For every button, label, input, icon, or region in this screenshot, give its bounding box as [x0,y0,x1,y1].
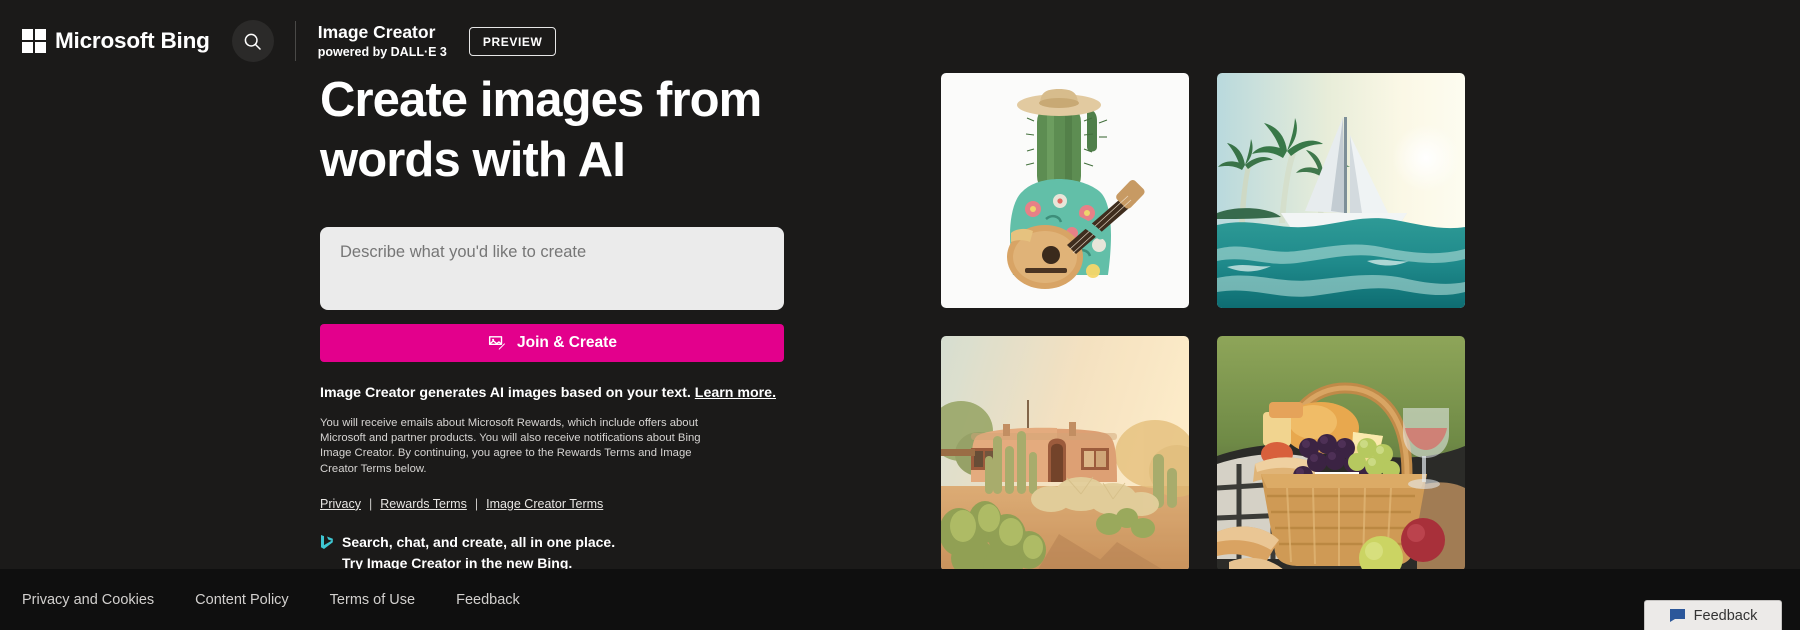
gallery-tile-picnic-basket[interactable] [1217,336,1465,571]
promo-line-1: Search, chat, and create, all in one pla… [342,533,616,550]
cactus-guitarist-image [941,73,1189,308]
search-button[interactable] [231,20,274,62]
brand-wordmark: Microsoft Bing [55,28,210,53]
page-title: Image Creator [317,22,436,42]
microsoft-bing-logo[interactable]: Microsoft Bing [22,24,210,58]
gallery-tile-adobe-desert-house[interactable] [941,336,1189,571]
gallery-tile-cactus-guitarist[interactable] [941,73,1189,308]
search-icon [242,31,263,52]
legal-separator-1: | [368,496,373,511]
feedback-button-label: Feedback [1693,607,1758,624]
microsoft-squares-icon [22,29,46,53]
join-and-create-button[interactable]: Join & Create [320,324,784,362]
join-and-create-label: Join & Create [517,334,617,351]
preview-badge[interactable]: PREVIEW [468,26,557,56]
new-bing-promo: Search, chat, and create, all in one pla… [320,532,785,573]
privacy-link[interactable]: Privacy [320,497,361,511]
footer-link-feedback[interactable]: Feedback [456,592,520,608]
learn-more-link[interactable]: Learn more. [695,385,776,401]
image-creator-terms-link[interactable]: Image Creator Terms [486,497,603,511]
gallery-tile-paper-sailboat-ocean[interactable] [1217,73,1465,308]
feedback-floating-button[interactable]: Feedback [1644,600,1782,630]
generates-note: Image Creator generates AI images based … [320,384,785,403]
sample-image-gallery [941,73,1478,571]
hero-section: Create images from words with AI Join & … [320,70,785,573]
legal-links-row: Privacy | Rewards Terms | Image Creator … [320,497,785,511]
image-edit-icon [487,333,507,353]
footer-link-content-policy[interactable]: Content Policy [195,592,289,608]
promo-text-block: Search, chat, and create, all in one pla… [342,532,615,573]
legal-separator-2: | [474,496,479,511]
footer-link-privacy-and-cookies[interactable]: Privacy and Cookies [22,592,154,608]
paper-sailboat-ocean-image [1217,73,1465,308]
hero-headline: Create images from words with AI [320,73,762,187]
bing-logo-icon [320,534,333,555]
rewards-disclaimer: You will receive emails about Microsoft … [320,417,701,475]
footer-link-terms-of-use[interactable]: Terms of Use [330,592,415,608]
prompt-input[interactable] [320,227,784,310]
picnic-basket-image [1217,336,1465,571]
adobe-desert-house-image [941,336,1189,571]
generates-note-text: Image Creator generates AI images based … [320,385,691,401]
image-creator-page: Microsoft Bing Image Creator powered by … [0,0,1800,630]
header-divider [294,21,296,61]
app-title-block: Image Creator powered by DALL·E 3 [318,22,447,60]
app-subtitle: powered by DALL·E 3 [317,45,447,59]
footer-bar: Privacy and Cookies Content Policy Terms… [0,569,1800,630]
speech-bubble-icon [1669,608,1686,623]
rewards-terms-link[interactable]: Rewards Terms [380,497,467,511]
top-navigation-bar: Microsoft Bing Image Creator powered by … [0,0,1800,82]
